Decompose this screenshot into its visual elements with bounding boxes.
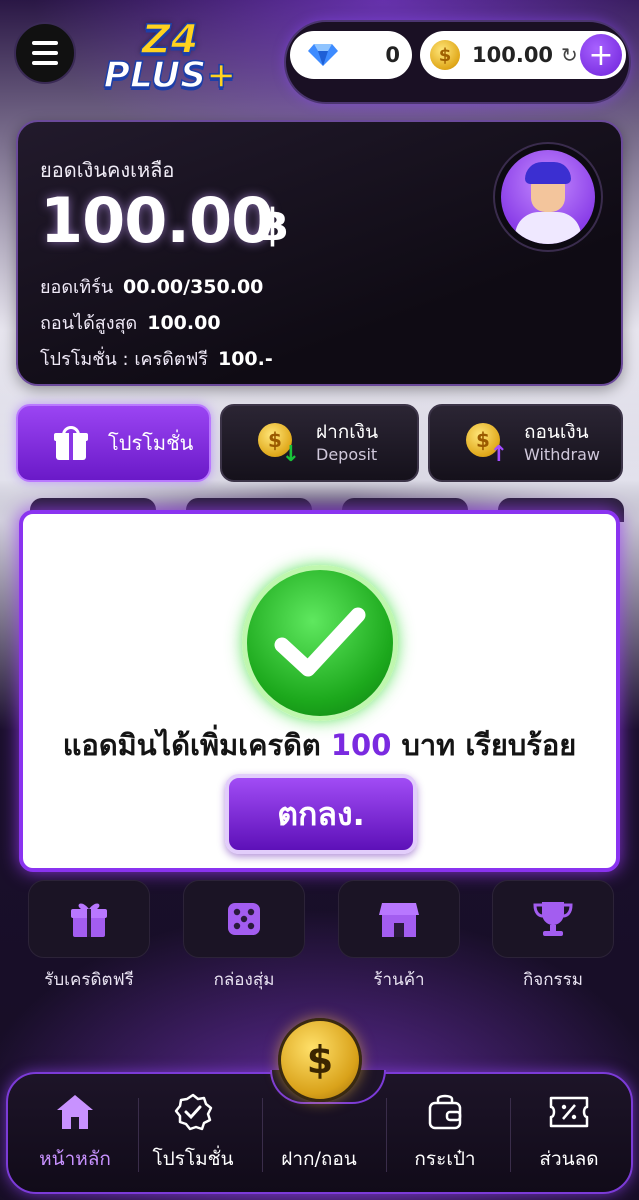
- gift-icon: [54, 426, 88, 460]
- message-part: บาท เรียบร้อย: [391, 728, 577, 762]
- turnover-value: 00.00/350.00: [123, 276, 264, 298]
- nav-promotion[interactable]: โปรโมชั่น: [134, 1090, 252, 1174]
- withdraw-button[interactable]: $ ↑ ถอนเงิน Withdraw: [428, 404, 623, 482]
- balance-amount: 100.00: [40, 184, 274, 257]
- avatar-image: [501, 150, 595, 244]
- quick-menu-random-box[interactable]: กล่องสุ่ม: [183, 880, 305, 993]
- menu-button[interactable]: [14, 22, 76, 84]
- max-withdraw-value: 100.00: [147, 312, 221, 334]
- promotion-value: 100.-: [217, 348, 273, 370]
- avatar[interactable]: [493, 142, 603, 252]
- nav-deposit-withdraw[interactable]: ฝาก/ถอน: [260, 1090, 378, 1174]
- quick-menu-label: กล่องสุ่ม: [213, 970, 275, 990]
- balance-card: ยอดเงินคงเหลือ 100.00 ฿ ยอดเทิร์น 00.00/3…: [16, 120, 623, 386]
- nav-discount[interactable]: ส่วนลด: [510, 1090, 628, 1174]
- balance-label: ยอดเงินคงเหลือ: [40, 158, 175, 182]
- trophy-icon: [492, 880, 614, 958]
- success-check-icon: [242, 565, 398, 721]
- deposit-label-en: Deposit: [316, 444, 378, 464]
- quick-menu-label: กิจกรรม: [522, 970, 583, 990]
- menu-bar: [32, 41, 58, 45]
- quick-menu-free-credit[interactable]: รับเครดิตฟรี: [28, 880, 150, 993]
- quick-menu-label: ร้านค้า: [373, 970, 425, 990]
- discount-ticket-icon: [510, 1090, 628, 1134]
- gem-balance[interactable]: 0: [290, 31, 412, 79]
- turnover-row: ยอดเทิร์น 00.00/350.00: [40, 272, 263, 301]
- menu-bar: [32, 61, 58, 65]
- refresh-icon[interactable]: ↻: [561, 43, 578, 67]
- nav-label: หน้าหลัก: [39, 1148, 111, 1170]
- ok-button[interactable]: ตกลง.: [225, 774, 417, 854]
- coin-balance-value: 100.00: [472, 43, 554, 67]
- diamond-icon: [308, 44, 338, 66]
- menu-bar: [32, 51, 58, 55]
- promotion-label: โปรโมชั่น : เครดิตฟรี: [40, 349, 208, 370]
- nav-label: ส่วนลด: [539, 1148, 599, 1170]
- message-amount: 100: [330, 728, 392, 762]
- withdraw-label-th: ถอนเงิน: [524, 421, 589, 444]
- dialog-message: แอดมินได้เพิ่มเครดิต 100 บาท เรียบร้อย: [23, 722, 616, 768]
- dice-icon: [183, 880, 305, 958]
- checkmark-icon: [274, 607, 366, 677]
- gem-count: 0: [385, 43, 400, 67]
- nav-wallet[interactable]: กระเป๋า: [386, 1090, 504, 1174]
- badge-check-icon: [134, 1090, 252, 1134]
- currency-symbol: ฿: [258, 200, 289, 251]
- quick-menu-shop[interactable]: ร้านค้า: [338, 880, 460, 993]
- withdraw-label-en: Withdraw: [524, 444, 600, 464]
- promotion-button-label: โปรโมชั่น: [108, 431, 194, 455]
- success-dialog: แอดมินได้เพิ่มเครดิต 100 บาท เรียบร้อย ต…: [19, 510, 620, 872]
- promotion-button[interactable]: โปรโมชั่น: [16, 404, 211, 482]
- wallet-icon: [386, 1090, 504, 1134]
- nav-home[interactable]: หน้าหลัก: [16, 1090, 134, 1174]
- nav-label: ฝาก/ถอน: [281, 1148, 357, 1170]
- app-logo[interactable]: Z4 PLUS+: [100, 14, 240, 100]
- coin-balance[interactable]: $ 100.00 ↻ +: [420, 31, 626, 79]
- deposit-withdraw-center-button[interactable]: $: [278, 1018, 362, 1102]
- turnover-label: ยอดเทิร์น: [40, 277, 114, 298]
- promotion-row: โปรโมชั่น : เครดิตฟรี 100.-: [40, 344, 273, 373]
- gift-icon: [28, 880, 150, 958]
- nav-label: โปรโมชั่น: [152, 1148, 234, 1170]
- home-icon: [16, 1090, 134, 1134]
- deposit-label-th: ฝากเงิน: [316, 421, 379, 444]
- quick-menu-activity[interactable]: กิจกรรม: [492, 880, 614, 993]
- withdraw-coin-icon: $ ↑: [466, 423, 508, 467]
- logo-line1: Z4: [141, 17, 199, 64]
- nav-label: กระเป๋า: [414, 1148, 476, 1170]
- shop-icon: [338, 880, 460, 958]
- max-withdraw-row: ถอนได้สูงสุด 100.00: [40, 308, 221, 337]
- quick-menu-label: รับเครดิตฟรี: [44, 970, 134, 990]
- coin-icon: $: [430, 40, 460, 70]
- deposit-coin-icon: $ ↓: [258, 423, 300, 467]
- logo-line2: PLUS+: [103, 54, 237, 96]
- add-credit-button[interactable]: +: [580, 34, 622, 76]
- deposit-button[interactable]: $ ↓ ฝากเงิน Deposit: [220, 404, 419, 482]
- max-withdraw-label: ถอนได้สูงสุด: [40, 313, 138, 334]
- message-part: แอดมินได้เพิ่มเครดิต: [62, 728, 331, 762]
- check-glow: [237, 560, 403, 726]
